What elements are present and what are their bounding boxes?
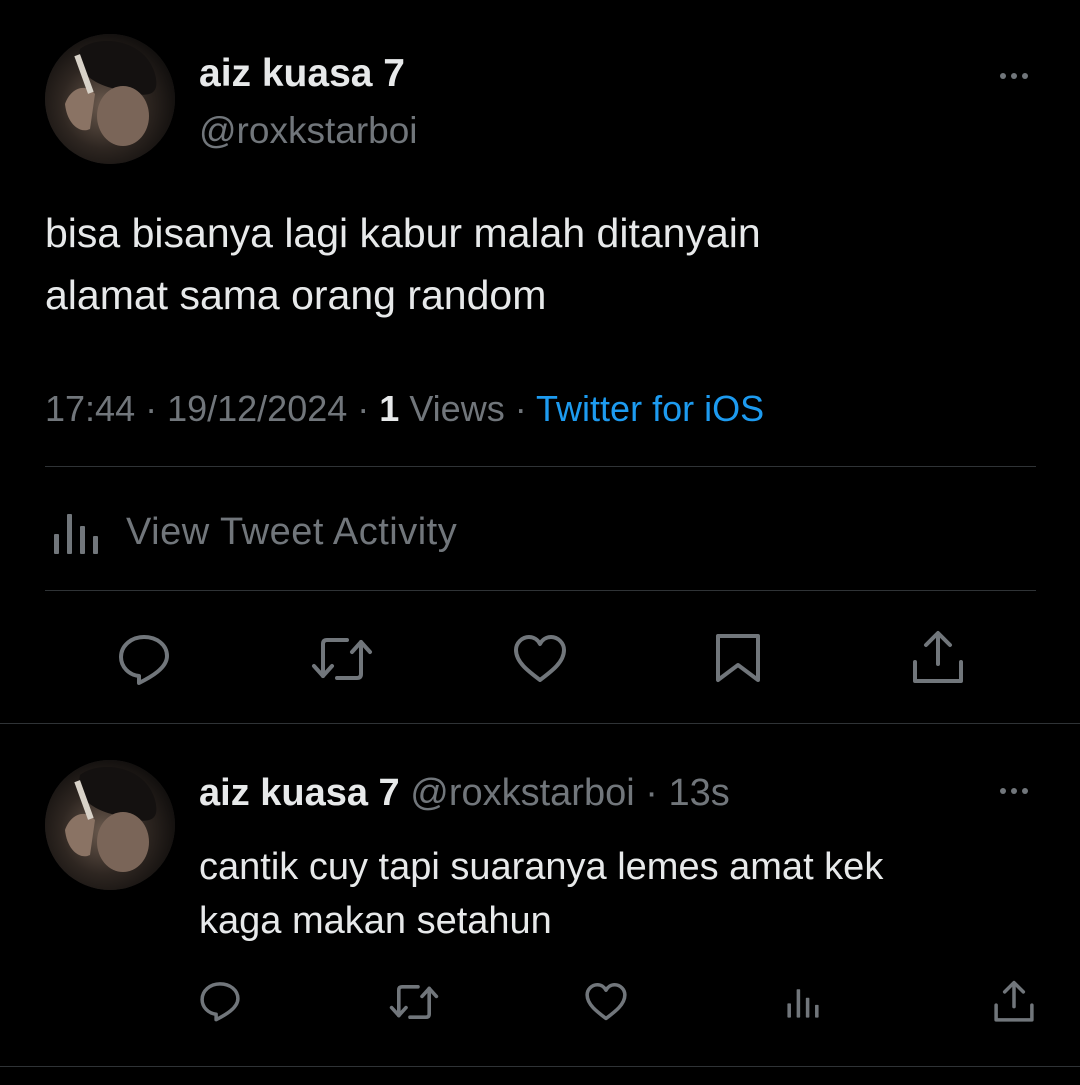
divider <box>45 590 1036 591</box>
reply-handle[interactable]: @roxkstarboi <box>410 772 634 814</box>
reply-icon <box>200 982 240 1022</box>
retweet-icon <box>312 638 372 680</box>
like-button[interactable] <box>512 634 568 684</box>
main-tweet-avatar[interactable] <box>45 34 175 164</box>
main-tweet-text-line: bisa bisanya lagi kabur malah ditanyain <box>45 210 761 256</box>
tweet-date[interactable]: 19/12/2024 <box>167 388 347 429</box>
retweet-button[interactable] <box>311 634 373 684</box>
analytics-icon <box>787 989 819 1018</box>
reply-time[interactable]: 13s <box>668 772 729 814</box>
divider <box>45 466 1036 467</box>
reply-reply-button[interactable] <box>199 980 241 1022</box>
reply-text-line: kaga makan setahun <box>199 900 552 942</box>
reply-share-button[interactable] <box>993 980 1035 1024</box>
main-tweet-text: bisa bisanya lagi kabur malah ditanyain … <box>45 202 1045 326</box>
bookmark-button[interactable] <box>714 632 762 684</box>
meta-separator: · <box>634 772 669 814</box>
section-divider <box>0 1066 1080 1067</box>
tweet-time[interactable]: 17:44 <box>45 388 135 429</box>
reply-avatar[interactable] <box>45 760 175 890</box>
more-dot <box>1000 73 1006 79</box>
main-tweet-more-button[interactable] <box>1000 73 1028 79</box>
view-tweet-activity-button[interactable]: View Tweet Activity <box>52 506 457 558</box>
meta-separator: · <box>504 388 537 429</box>
meta-separator: · <box>135 388 168 429</box>
view-tweet-activity-label: View Tweet Activity <box>126 510 458 553</box>
main-tweet-meta: 17:44 · 19/12/2024 · 1 Views · Twitter f… <box>45 388 764 430</box>
more-dot <box>1011 788 1017 794</box>
reply-text-line: cantik cuy tapi suaranya lemes amat kek <box>199 846 884 888</box>
reply-analytics-button[interactable] <box>786 984 820 1020</box>
like-icon <box>514 635 566 682</box>
views-count: 1 <box>379 388 400 429</box>
reply-header: aiz kuasa 7 @roxkstarboi · 13s <box>199 772 730 815</box>
reply-button[interactable] <box>117 632 171 686</box>
more-dot <box>1022 73 1028 79</box>
avatar-photo <box>45 34 175 164</box>
tweet-source-link[interactable]: Twitter for iOS <box>536 388 764 429</box>
share-icon <box>913 631 963 683</box>
meta-separator: · <box>347 388 380 429</box>
views-label: Views <box>399 388 505 429</box>
avatar-photo <box>45 760 175 890</box>
main-tweet-display-name[interactable]: aiz kuasa 7 <box>199 52 405 96</box>
reply-retweet-button[interactable] <box>389 982 439 1022</box>
more-dot <box>1000 788 1006 794</box>
main-tweet-handle[interactable]: @roxkstarboi <box>199 110 418 152</box>
reply-text: cantik cuy tapi suaranya lemes amat kek … <box>199 840 1059 948</box>
reply-like-button[interactable] <box>584 982 628 1022</box>
analytics-icon <box>54 514 98 554</box>
section-divider <box>0 723 1080 724</box>
reply-icon <box>119 635 169 685</box>
retweet-icon <box>389 985 439 1019</box>
main-tweet-text-line: alamat sama orang random <box>45 272 547 318</box>
share-icon <box>994 980 1034 1022</box>
share-button[interactable] <box>911 630 965 686</box>
bookmark-icon <box>716 634 760 682</box>
like-icon <box>585 982 627 1021</box>
reply-more-button[interactable] <box>1000 788 1028 794</box>
more-dot <box>1022 788 1028 794</box>
reply-display-name[interactable]: aiz kuasa 7 <box>199 772 400 814</box>
more-dot <box>1011 73 1017 79</box>
